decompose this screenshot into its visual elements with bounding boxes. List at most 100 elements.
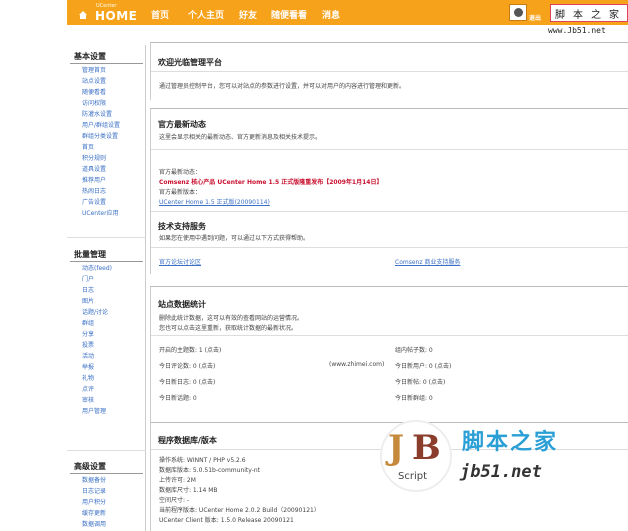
- system-info: 数据库尺寸: 1.14 MB: [159, 487, 218, 494]
- stat-value: 今日新日志: 0 (点击): [159, 379, 216, 386]
- sidebar-item[interactable]: 随便看看: [82, 88, 106, 98]
- sidebar-item[interactable]: 门户: [82, 275, 94, 285]
- watermark-banner: 脚 本 之 家: [550, 4, 628, 22]
- commercial-support-link[interactable]: Comsenz 商业支持服务: [395, 257, 460, 266]
- nav-messages[interactable]: 消息: [322, 8, 340, 21]
- watermark-url: www.Jb51.net: [548, 26, 606, 35]
- stat-value: 今日新群组: 0: [395, 395, 433, 402]
- sidebar-item[interactable]: 日志记录: [82, 487, 106, 497]
- sidebar-item[interactable]: 站点设置: [82, 77, 106, 87]
- news-headline[interactable]: Comsenz 核心产品 UCenter Home 1.5 正式版隆重发布【20…: [159, 177, 382, 186]
- divider: [151, 211, 628, 212]
- system-info: UCenter Client 版本: 1.5.0 Release 2009012…: [159, 517, 294, 524]
- divider: [151, 335, 628, 336]
- watermark-net: jb51.net: [460, 462, 542, 482]
- sidebar-item[interactable]: 缓存更新: [82, 509, 106, 519]
- welcome-panel: 欢迎光临管理平台 通过管理员控制平台，您可以对站点的参数进行设置，并可以对用户的…: [150, 42, 628, 100]
- avatar[interactable]: [509, 4, 527, 21]
- sidebar-item[interactable]: 礼物: [82, 374, 94, 384]
- watermark-char: 家: [609, 10, 619, 21]
- system-info: 上传许可: 2M: [159, 477, 196, 484]
- admin-sidebar: 基本设置 管理首页 站点设置 随便看看 访问权限 防灌水设置 用户/群组设置 群…: [67, 45, 146, 531]
- system-info: 数据库版本: 5.0.51b-community-nt: [159, 467, 261, 474]
- watermark-char: 脚: [555, 10, 565, 21]
- home-icon: [79, 11, 87, 19]
- forum-link[interactable]: 官方论坛讨论区: [159, 257, 201, 266]
- watermark-char: 之: [591, 10, 601, 21]
- sidebar-item[interactable]: 分享: [82, 330, 94, 340]
- nav-explore[interactable]: 随便看看: [271, 8, 307, 21]
- news-subtitle: 这里会显示相关的最新动态、官方更新消息及相关技术提示。: [159, 134, 322, 141]
- top-nav-bar: UCenter HOME 首页 个人主页 好友 随便看看 消息 退出: [67, 0, 628, 25]
- sidebar-item[interactable]: 图片: [82, 297, 94, 307]
- badge-letter: B: [412, 428, 441, 468]
- sidebar-item[interactable]: 数据备份: [82, 476, 106, 486]
- system-info: 当前程序版本: UCenter Home 2.0.2 Build（2009012…: [159, 507, 320, 514]
- stat-value: 组内帖子数: 0: [395, 347, 433, 354]
- sidebar-item[interactable]: 群组: [82, 319, 94, 329]
- stat-value: 今日评论数: 0 (点击): [159, 363, 216, 370]
- stat-value: 今日新帖: 0 (点击): [395, 379, 446, 386]
- divider: [151, 71, 628, 72]
- nav-home[interactable]: 首页: [151, 8, 169, 21]
- stats-desc: 您也可以点击这里重新，获取统计数据的最新状况。: [159, 325, 298, 332]
- nav-profile[interactable]: 个人主页: [188, 8, 224, 21]
- sidebar-item[interactable]: 管理首页: [82, 66, 106, 76]
- stat-value: 开启的主题数: 1 (点击): [159, 347, 222, 354]
- jb51-logo-badge: J B Script: [380, 420, 452, 492]
- support-text: 如果您在使用中遇到问题，可以通过以下方式获得帮助。: [159, 235, 310, 242]
- system-info: 空间尺寸: -: [159, 497, 190, 504]
- sidebar-item[interactable]: 广告设置: [82, 198, 106, 208]
- sidebar-item[interactable]: 投票: [82, 341, 94, 351]
- sidebar-item[interactable]: 点评: [82, 385, 94, 395]
- stat-value: 今日新话题: 0: [159, 395, 197, 402]
- stats-desc: 删除此统计数据，这可以有效的查看网站的运营情况。: [159, 315, 304, 322]
- divider: [70, 473, 143, 474]
- divider: [151, 149, 628, 150]
- badge-caption: Script: [398, 471, 428, 482]
- sidebar-item[interactable]: 推荐用户: [82, 176, 106, 186]
- stat-value: (www.zhimei.com): [329, 361, 385, 368]
- panel-title: 欢迎光临管理平台: [158, 58, 222, 67]
- sidebar-item[interactable]: 热闹日志: [82, 187, 106, 197]
- sidebar-group-title: 高级设置: [74, 462, 106, 471]
- sidebar-item[interactable]: 用户积分: [82, 498, 106, 508]
- divider: [151, 247, 628, 248]
- sidebar-item[interactable]: 活动: [82, 352, 94, 362]
- sidebar-item[interactable]: 防灌水设置: [82, 110, 112, 120]
- sidebar-item[interactable]: 日志: [82, 286, 94, 296]
- sidebar-group-title: 基本设置: [74, 52, 106, 61]
- panel-title: 站点数据统计: [158, 300, 206, 309]
- sidebar-item[interactable]: UCenter应用: [82, 209, 119, 219]
- badge-letter: J: [388, 428, 405, 468]
- sidebar-item[interactable]: 动态(feed): [82, 264, 112, 274]
- system-info: 操作系统: WINNT / PHP v5.2.6: [159, 457, 246, 464]
- sidebar-item[interactable]: 用户管理: [82, 407, 106, 417]
- watermark-char: 本: [573, 10, 583, 21]
- sidebar-item[interactable]: 审核: [82, 396, 94, 406]
- sidebar-item[interactable]: 用户/群组设置: [82, 121, 120, 131]
- sidebar-item[interactable]: 积分规则: [82, 154, 106, 164]
- sidebar-item[interactable]: 访问权限: [82, 99, 106, 109]
- logo-title: HOME: [95, 9, 138, 23]
- news-panel: 官方最新动态 这里会显示相关的最新动态、官方更新消息及相关技术提示。 官方最新动…: [150, 108, 628, 274]
- nav-friends[interactable]: 好友: [239, 8, 257, 21]
- logout-link[interactable]: 退出: [529, 13, 541, 22]
- news-label: 官方最新动态：: [159, 169, 202, 176]
- sidebar-item[interactable]: 举报: [82, 363, 94, 373]
- support-title: 技术支持服务: [158, 222, 206, 231]
- version-link[interactable]: UCenter Home 1.5 正式版(20090114): [159, 197, 270, 206]
- divider: [67, 237, 146, 238]
- divider: [70, 261, 143, 262]
- stat-value: 今日新用户: 0 (点击): [395, 363, 452, 370]
- sidebar-item[interactable]: 数据调用: [82, 520, 106, 530]
- sidebar-item[interactable]: 话题/讨论: [82, 308, 108, 318]
- divider: [70, 63, 143, 64]
- watermark-cn: 脚本之家: [462, 429, 559, 455]
- sidebar-item[interactable]: 群组分类设置: [82, 132, 118, 142]
- sidebar-group-title: 批量管理: [74, 250, 106, 259]
- sidebar-item[interactable]: 首页: [82, 143, 94, 153]
- panel-title: 程序数据库/版本: [158, 436, 217, 445]
- site-logo[interactable]: UCenter HOME: [69, 2, 141, 23]
- sidebar-item[interactable]: 道具设置: [82, 165, 106, 175]
